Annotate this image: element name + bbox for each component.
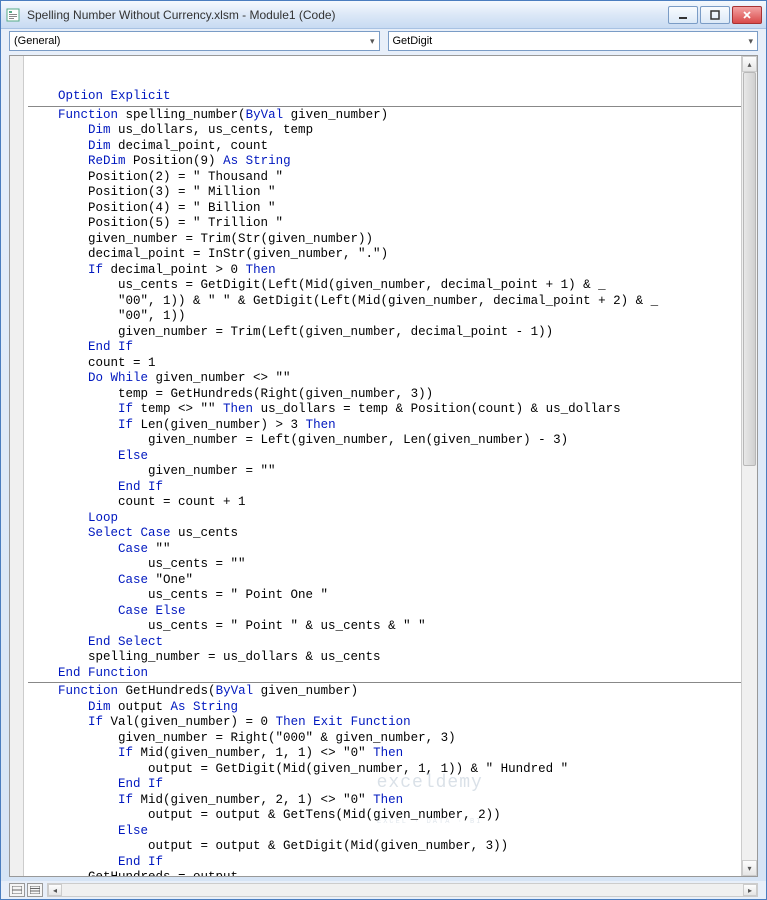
code-line[interactable]: Position(2) = " Thousand " <box>28 170 741 186</box>
code-line[interactable]: us_cents = "" <box>28 557 741 573</box>
code-line[interactable]: decimal_point = InStr(given_number, ".") <box>28 247 741 263</box>
code-line[interactable]: If temp <> "" Then us_dollars = temp & P… <box>28 402 741 418</box>
full-module-view-button[interactable] <box>27 883 43 897</box>
code-line[interactable]: output = output & GetTens(Mid(given_numb… <box>28 808 741 824</box>
procedure-separator <box>28 682 741 683</box>
code-line[interactable]: us_cents = " Point " & us_cents & " " <box>28 619 741 635</box>
code-line[interactable]: us_cents = GetDigit(Left(Mid(given_numbe… <box>28 278 741 294</box>
code-line[interactable]: count = 1 <box>28 356 741 372</box>
object-dropdown[interactable]: (General) ▾ <box>9 31 380 51</box>
code-line[interactable]: Position(5) = " Trillion " <box>28 216 741 232</box>
object-dropdown-value: (General) <box>14 35 60 47</box>
code-line[interactable]: End If <box>28 777 741 793</box>
code-line[interactable]: Case "One" <box>28 573 741 589</box>
code-line[interactable]: End If <box>28 340 741 356</box>
chevron-down-icon: ▾ <box>370 36 375 47</box>
close-button[interactable] <box>732 6 762 24</box>
procedure-dropdown[interactable]: GetDigit ▾ <box>388 31 759 51</box>
bottom-bar: ◂ ▸ <box>1 881 766 899</box>
dropdown-row: (General) ▾ GetDigit ▾ <box>1 29 766 53</box>
code-line[interactable]: If decimal_point > 0 Then <box>28 263 741 279</box>
code-line[interactable]: Dim us_dollars, us_cents, temp <box>28 123 741 139</box>
scroll-thumb[interactable] <box>743 72 756 466</box>
code-line[interactable]: GetHundreds = output <box>28 870 741 876</box>
code-line[interactable]: Dim output As String <box>28 700 741 716</box>
code-line[interactable]: Else <box>28 449 741 465</box>
code-line[interactable]: If Mid(given_number, 1, 1) <> "0" Then <box>28 746 741 762</box>
code-line[interactable]: given_number = Trim(Str(given_number)) <box>28 232 741 248</box>
code-line[interactable]: given_number = Trim(Left(given_number, d… <box>28 325 741 341</box>
scroll-track[interactable] <box>742 72 757 860</box>
code-line[interactable]: Function GetHundreds(ByVal given_number) <box>28 684 741 700</box>
code-line[interactable]: Else <box>28 824 741 840</box>
code-line[interactable]: given_number = Right("000" & given_numbe… <box>28 731 741 747</box>
window-controls <box>668 6 762 24</box>
code-line[interactable]: If Val(given_number) = 0 Then Exit Funct… <box>28 715 741 731</box>
window-title: Spelling Number Without Currency.xlsm - … <box>27 8 668 22</box>
code-editor[interactable]: Option Explicit Function spelling_number… <box>24 56 741 876</box>
code-line[interactable]: Dim decimal_point, count <box>28 139 741 155</box>
code-line[interactable]: "00", 1)) & " " & GetDigit(Left(Mid(give… <box>28 294 741 310</box>
code-line[interactable]: Case "" <box>28 542 741 558</box>
code-line[interactable]: spelling_number = us_dollars & us_cents <box>28 650 741 666</box>
maximize-button[interactable] <box>700 6 730 24</box>
code-line[interactable]: Do While given_number <> "" <box>28 371 741 387</box>
minimize-button[interactable] <box>668 6 698 24</box>
code-line[interactable]: given_number = Left(given_number, Len(gi… <box>28 433 741 449</box>
scroll-right-arrow[interactable]: ▸ <box>743 884 757 896</box>
code-line[interactable]: Position(3) = " Million " <box>28 185 741 201</box>
code-line[interactable]: temp = GetHundreds(Right(given_number, 3… <box>28 387 741 403</box>
module-icon <box>5 7 21 23</box>
code-line[interactable]: Option Explicit <box>28 89 741 105</box>
code-line[interactable]: output = output & GetDigit(Mid(given_num… <box>28 839 741 855</box>
code-line[interactable]: Loop <box>28 511 741 527</box>
code-line[interactable]: Select Case us_cents <box>28 526 741 542</box>
code-line[interactable]: Case Else <box>28 604 741 620</box>
code-line[interactable]: us_cents = " Point One " <box>28 588 741 604</box>
titlebar[interactable]: Spelling Number Without Currency.xlsm - … <box>1 1 766 29</box>
code-line[interactable]: If Len(given_number) > 3 Then <box>28 418 741 434</box>
code-line[interactable]: ReDim Position(9) As String <box>28 154 741 170</box>
code-line[interactable]: Position(4) = " Billion " <box>28 201 741 217</box>
code-container: Option Explicit Function spelling_number… <box>9 55 758 877</box>
code-line[interactable]: output = GetDigit(Mid(given_number, 1, 1… <box>28 762 741 778</box>
procedure-dropdown-value: GetDigit <box>393 35 433 47</box>
vba-editor-window: Spelling Number Without Currency.xlsm - … <box>0 0 767 900</box>
procedure-separator <box>28 106 741 107</box>
margin-indicator[interactable] <box>10 56 24 876</box>
code-line[interactable]: End Select <box>28 635 741 651</box>
horizontal-scrollbar[interactable]: ◂ ▸ <box>47 883 758 897</box>
chevron-down-icon: ▾ <box>748 36 753 47</box>
code-line[interactable]: given_number = "" <box>28 464 741 480</box>
scroll-down-arrow[interactable]: ▾ <box>742 860 757 876</box>
procedure-view-button[interactable] <box>9 883 25 897</box>
code-line[interactable]: Function spelling_number(ByVal given_num… <box>28 108 741 124</box>
scroll-up-arrow[interactable]: ▴ <box>742 56 757 72</box>
code-line[interactable]: count = count + 1 <box>28 495 741 511</box>
code-line[interactable]: "00", 1)) <box>28 309 741 325</box>
code-line[interactable]: End If <box>28 480 741 496</box>
code-line[interactable]: End Function <box>28 666 741 682</box>
code-line[interactable]: If Mid(given_number, 2, 1) <> "0" Then <box>28 793 741 809</box>
scroll-left-arrow[interactable]: ◂ <box>48 884 62 896</box>
vertical-scrollbar[interactable]: ▴ ▾ <box>741 56 757 876</box>
code-line[interactable]: End If <box>28 855 741 871</box>
